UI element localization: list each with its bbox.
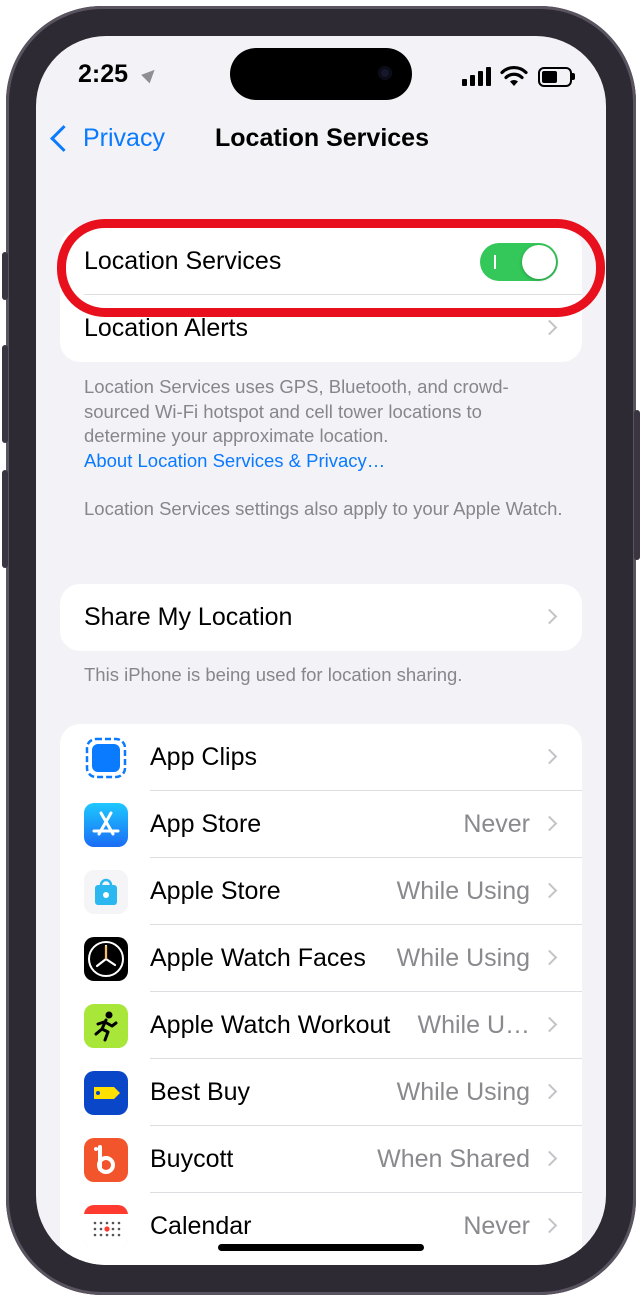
app-row-buycott[interactable]: Buycott When Shared <box>60 1126 582 1193</box>
chevron-right-icon <box>541 608 558 625</box>
app-permission: While U… <box>417 1011 530 1039</box>
app-permission: While Using <box>396 944 530 972</box>
app-name: App Clips <box>150 743 257 771</box>
location-alerts-label: Location Alerts <box>84 314 248 342</box>
power-button <box>634 410 640 560</box>
about-location-privacy-link[interactable]: About Location Services & Privacy… <box>84 450 385 471</box>
app-store-icon <box>84 803 128 847</box>
camera-icon <box>378 66 392 80</box>
app-row-best-buy[interactable]: Best Buy While Using <box>60 1059 582 1126</box>
wifi-icon <box>500 65 528 86</box>
watch-faces-icon <box>84 937 128 981</box>
back-label: Privacy <box>83 124 165 152</box>
chevron-right-icon <box>541 949 558 966</box>
screen: 2:25 Location Services Privacy Location … <box>36 36 606 1265</box>
battery-nub <box>572 73 575 80</box>
volume-down-button <box>2 470 8 568</box>
chevron-right-icon <box>541 815 558 832</box>
calendar-icon <box>84 1205 128 1249</box>
cellular-signal-icon <box>462 66 492 86</box>
dynamic-island <box>230 48 412 100</box>
location-arrow-icon <box>141 65 159 84</box>
battery-icon <box>538 67 572 87</box>
app-name: Apple Store <box>150 877 281 905</box>
chevron-right-icon <box>541 1083 558 1100</box>
share-my-location-label: Share My Location <box>84 603 293 631</box>
chevron-right-icon <box>541 882 558 899</box>
app-permission: While Using <box>396 877 530 905</box>
best-buy-icon <box>84 1071 128 1115</box>
description-text: Location Services uses GPS, Bluetooth, a… <box>84 376 509 446</box>
watch-note: Location Services settings also apply to… <box>84 498 563 519</box>
chevron-right-icon <box>541 319 558 336</box>
app-name: Apple Watch Workout <box>150 1011 391 1039</box>
app-name: Calendar <box>150 1212 252 1240</box>
apple-store-icon <box>84 870 128 914</box>
workout-icon <box>84 1004 128 1048</box>
status-time: 2:25 <box>78 60 129 88</box>
app-name: Best Buy <box>150 1078 251 1106</box>
location-description: Location Services uses GPS, Bluetooth, a… <box>84 375 564 473</box>
chevron-right-icon <box>541 1217 558 1234</box>
chevron-right-icon <box>541 1016 558 1033</box>
action-button <box>2 252 8 300</box>
app-name: Apple Watch Faces <box>150 944 366 972</box>
share-footer: This iPhone is being used for location s… <box>84 664 463 685</box>
back-button[interactable]: Privacy <box>48 124 165 153</box>
app-clips-icon <box>84 736 128 780</box>
app-permission: Never <box>463 1212 530 1240</box>
app-name: App Store <box>150 810 262 838</box>
apps-list: App Clips App Store Never Apple Store Wh… <box>60 724 582 1265</box>
chevron-right-icon <box>541 748 558 765</box>
home-indicator[interactable] <box>218 1244 424 1251</box>
red-highlight-annotation <box>57 219 605 317</box>
buycott-icon <box>84 1138 128 1182</box>
app-permission: While Using <box>396 1078 530 1106</box>
chevron-left-icon <box>50 125 77 152</box>
app-name: Buycott <box>150 1145 234 1173</box>
app-permission: Never <box>463 810 530 838</box>
chevron-right-icon <box>541 1150 558 1167</box>
app-row-apple-watch-workout[interactable]: Apple Watch Workout While U… <box>60 992 582 1059</box>
share-group: Share My Location <box>60 584 582 651</box>
app-row-app-clips[interactable]: App Clips <box>60 724 582 791</box>
share-my-location-row[interactable]: Share My Location <box>60 584 582 651</box>
app-permission: When Shared <box>377 1145 530 1173</box>
app-row-apple-watch-faces[interactable]: Apple Watch Faces While Using <box>60 925 582 992</box>
app-row-app-store[interactable]: App Store Never <box>60 791 582 858</box>
volume-up-button <box>2 345 8 443</box>
app-row-apple-store[interactable]: Apple Store While Using <box>60 858 582 925</box>
